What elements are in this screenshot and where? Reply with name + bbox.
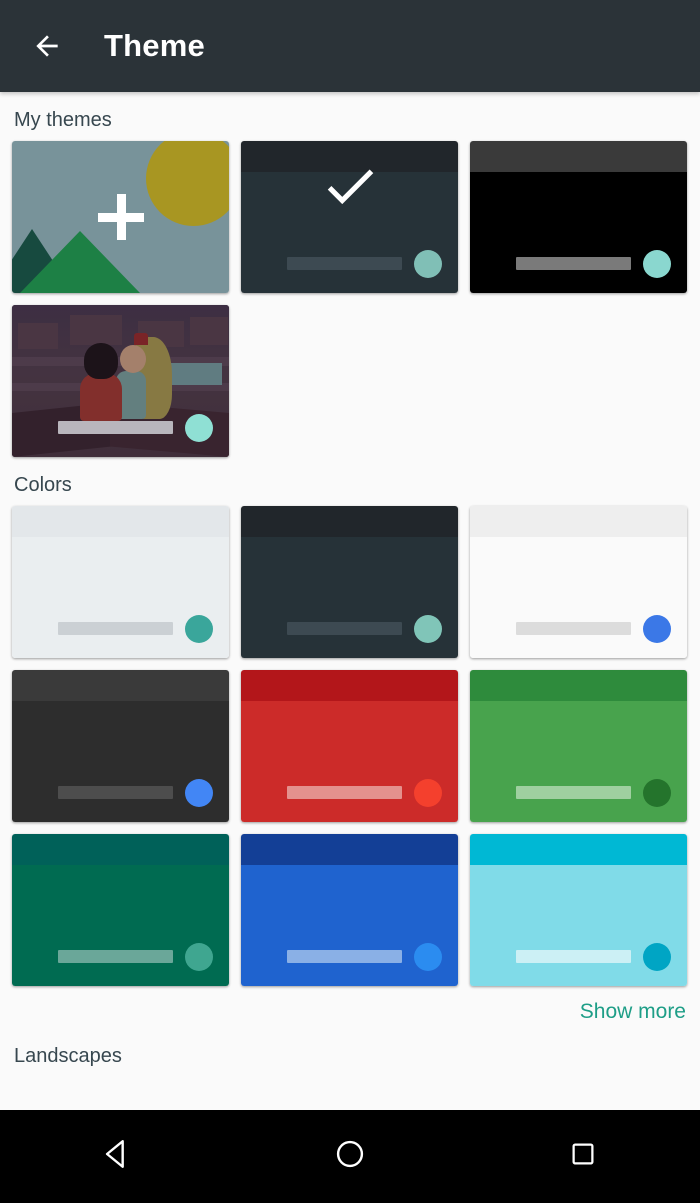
check-icon — [319, 155, 381, 222]
theme-card-color-cyan[interactable] — [470, 834, 687, 986]
selected-check — [241, 155, 458, 222]
theme-card-color-red[interactable] — [241, 670, 458, 822]
card-header-bar — [12, 834, 229, 865]
card-accent-fab — [643, 615, 671, 643]
card-text-bar — [58, 950, 173, 963]
app-bar: Theme — [0, 0, 700, 92]
card-accent-fab — [643, 250, 671, 278]
card-accent-fab — [185, 414, 213, 442]
nav-home-button[interactable] — [290, 1110, 410, 1203]
card-accent-fab — [414, 943, 442, 971]
back-triangle-icon — [100, 1137, 134, 1176]
card-accent-fab — [185, 943, 213, 971]
section-header-my-themes: My themes — [14, 109, 112, 131]
card-accent-fab — [643, 943, 671, 971]
theme-card-illustration[interactable] — [12, 305, 229, 457]
show-more-row: Show more — [0, 986, 700, 1024]
card-text-bar — [287, 622, 402, 635]
card-text-bar — [287, 950, 402, 963]
arrow-left-icon — [31, 30, 63, 62]
card-text-bar — [287, 786, 402, 799]
card-accent-fab — [185, 779, 213, 807]
card-header-bar — [470, 141, 687, 172]
theme-card-black[interactable] — [470, 141, 687, 293]
theme-card-color-teal-dark[interactable] — [12, 834, 229, 986]
card-text-bar — [58, 622, 173, 635]
card-text-bar — [58, 421, 173, 434]
my-themes-grid — [0, 141, 700, 457]
card-text-bar — [516, 786, 631, 799]
page-title: Theme — [104, 28, 205, 63]
scroll-content[interactable]: My themes Colors Show more Landscapes — [0, 92, 700, 1110]
section-header-colors: Colors — [14, 474, 72, 496]
theme-card-color-light-grey[interactable] — [12, 506, 229, 658]
theme-card-color-white[interactable] — [470, 506, 687, 658]
theme-settings-screen: Theme My themes Colors Show more Landsca… — [0, 0, 700, 1203]
card-header-bar — [241, 506, 458, 537]
theme-card-add-new[interactable] — [12, 141, 229, 293]
mountain-front-shape — [20, 231, 140, 293]
card-accent-fab — [414, 779, 442, 807]
card-accent-fab — [414, 615, 442, 643]
card-header-bar — [12, 506, 229, 537]
theme-card-color-black-grey[interactable] — [12, 670, 229, 822]
theme-card-color-dark-slate[interactable] — [241, 506, 458, 658]
show-more-link[interactable]: Show more — [580, 1000, 686, 1024]
nav-recents-button[interactable] — [523, 1110, 643, 1203]
card-header-bar — [241, 670, 458, 701]
card-text-bar — [516, 950, 631, 963]
card-text-bar — [516, 622, 631, 635]
theme-card-dark[interactable] — [241, 141, 458, 293]
home-circle-icon — [333, 1137, 367, 1176]
card-text-bar — [287, 257, 402, 270]
card-header-bar — [470, 670, 687, 701]
section-header-landscapes: Landscapes — [14, 1045, 122, 1067]
card-header-bar — [241, 834, 458, 865]
card-text-bar — [58, 786, 173, 799]
colors-grid — [0, 506, 700, 986]
theme-card-color-green[interactable] — [470, 670, 687, 822]
card-header-bar — [470, 834, 687, 865]
theme-card-color-blue[interactable] — [241, 834, 458, 986]
nav-back-button[interactable] — [57, 1110, 177, 1203]
back-button[interactable] — [18, 17, 76, 75]
card-header-bar — [470, 506, 687, 537]
plus-icon-vertical — [116, 194, 126, 240]
card-accent-fab — [643, 779, 671, 807]
card-accent-fab — [185, 615, 213, 643]
recents-square-icon — [568, 1139, 598, 1174]
card-text-bar — [516, 257, 631, 270]
card-header-bar — [12, 670, 229, 701]
card-accent-fab — [414, 250, 442, 278]
android-navigation-bar — [0, 1110, 700, 1203]
